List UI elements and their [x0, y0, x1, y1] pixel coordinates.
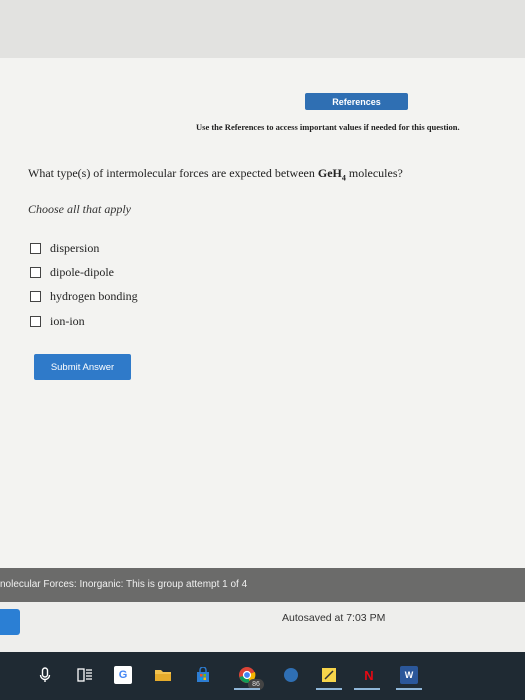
sticky-notes-icon[interactable]	[320, 666, 338, 684]
google-icon[interactable]: G	[114, 666, 132, 684]
task-view-icon[interactable]	[76, 666, 94, 684]
word-icon[interactable]: W	[400, 666, 418, 684]
microphone-icon[interactable]	[36, 666, 54, 684]
question-suffix: molecules?	[345, 166, 403, 180]
taskbar: G 86 N W	[0, 652, 525, 700]
autosave-status: Autosaved at 7:03 PM	[282, 612, 386, 624]
formula-main: GeH	[317, 166, 342, 180]
instruction-text: Choose all that apply	[28, 202, 131, 216]
option-dispersion[interactable]: dispersion	[30, 236, 138, 260]
side-tab-button[interactable]	[0, 609, 20, 635]
checkbox[interactable]	[30, 315, 41, 327]
checkbox[interactable]	[30, 291, 41, 303]
lower-panel: Autosaved at 7:03 PM	[0, 602, 525, 652]
active-app-indicator	[234, 688, 260, 690]
checkbox[interactable]	[30, 242, 41, 254]
question-text: What type(s) of intermolecular forces ar…	[28, 166, 403, 182]
option-dipole-dipole[interactable]: dipole-dipole	[30, 260, 138, 284]
references-note: Use the References to access important v…	[196, 122, 460, 132]
option-label: dispersion	[50, 240, 100, 255]
netflix-icon[interactable]: N	[360, 666, 378, 684]
references-button[interactable]: References	[305, 93, 408, 110]
status-bar-text: nolecular Forces: Inorganic: This is gro…	[0, 579, 248, 590]
option-hydrogen-bonding[interactable]: hydrogen bonding	[30, 285, 138, 309]
status-bar: nolecular Forces: Inorganic: This is gro…	[0, 568, 525, 602]
checkbox[interactable]	[30, 266, 41, 278]
circle-app-icon[interactable]	[282, 666, 300, 684]
option-ion-ion[interactable]: ion-ion	[30, 309, 138, 333]
file-explorer-icon[interactable]	[154, 666, 172, 684]
active-app-indicator	[316, 688, 342, 690]
active-app-indicator	[396, 688, 422, 690]
submit-answer-button[interactable]: Submit Answer	[34, 354, 131, 380]
active-app-indicator	[354, 688, 380, 690]
question-prefix: What type(s) of intermolecular forces ar…	[28, 166, 318, 180]
question-panel: References Use the References to access …	[0, 58, 525, 568]
store-icon[interactable]	[194, 666, 212, 684]
browser-top-strip	[0, 0, 525, 59]
option-label: ion-ion	[50, 313, 85, 328]
option-label: dipole-dipole	[50, 264, 114, 279]
option-label: hydrogen bonding	[50, 289, 138, 304]
options-list: dispersion dipole-dipole hydrogen bondin…	[30, 236, 138, 333]
question-formula: GeH4	[317, 166, 346, 182]
